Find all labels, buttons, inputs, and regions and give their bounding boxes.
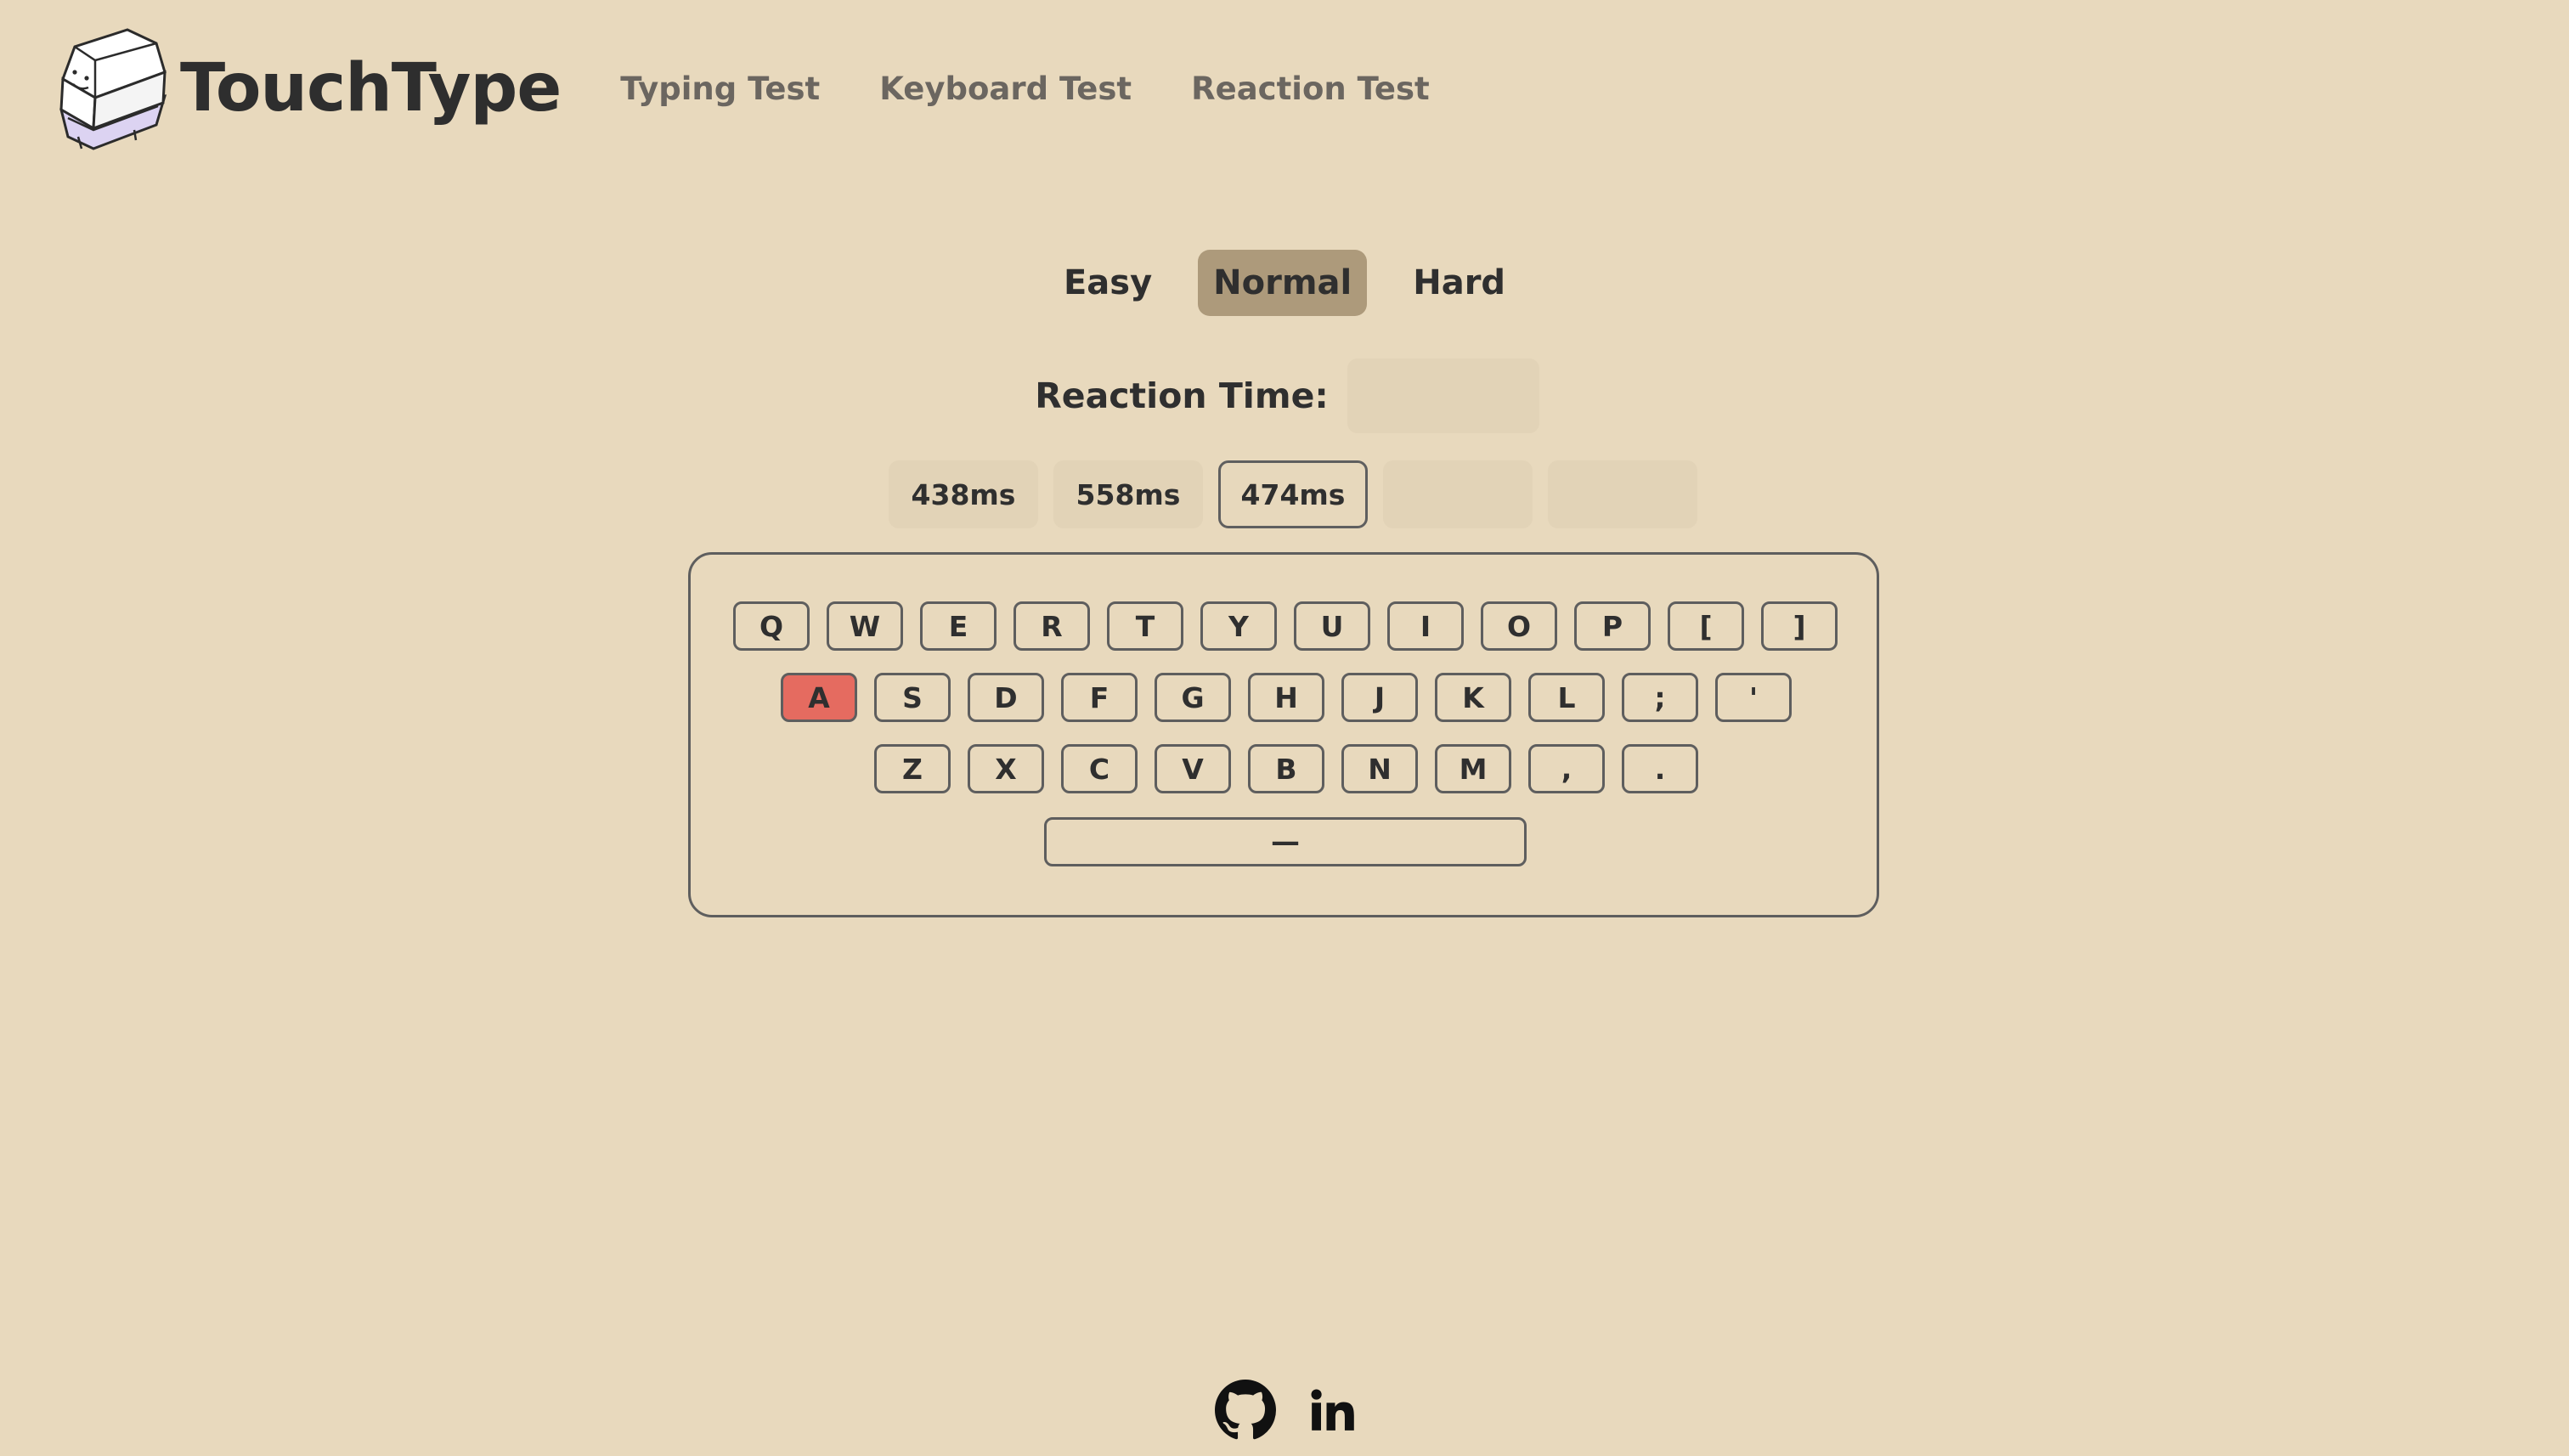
key-q[interactable]: Q bbox=[733, 601, 810, 651]
virtual-keyboard: Q W E R T Y U I O P [ ] A S D F G H J K … bbox=[688, 552, 1879, 917]
reaction-time-label: Reaction Time: bbox=[1035, 375, 1329, 416]
linkedin-icon bbox=[1311, 1389, 1354, 1431]
key-semicolon[interactable]: ; bbox=[1622, 673, 1698, 722]
nav-keyboard-test[interactable]: Keyboard Test bbox=[879, 71, 1132, 107]
reaction-history-cell-3: 474ms bbox=[1218, 460, 1368, 528]
key-p[interactable]: P bbox=[1574, 601, 1651, 651]
keyboard-row-2: A S D F G H J K L ; ' bbox=[781, 673, 1792, 722]
reaction-history-cell-4 bbox=[1383, 460, 1533, 528]
keycap-mascot-icon bbox=[59, 28, 167, 150]
key-v[interactable]: V bbox=[1155, 744, 1231, 793]
reaction-time-value bbox=[1347, 358, 1539, 433]
reaction-time-row: Reaction Time: bbox=[0, 358, 2569, 433]
reaction-history-cell-1: 438ms bbox=[889, 460, 1038, 528]
key-u[interactable]: U bbox=[1294, 601, 1370, 651]
footer bbox=[0, 1380, 2569, 1444]
key-d[interactable]: D bbox=[968, 673, 1044, 722]
key-b[interactable]: B bbox=[1248, 744, 1324, 793]
main-nav: Typing Test Keyboard Test Reaction Test bbox=[620, 71, 1429, 107]
key-c[interactable]: C bbox=[1061, 744, 1138, 793]
nav-reaction-test[interactable]: Reaction Test bbox=[1191, 71, 1430, 107]
key-comma[interactable]: , bbox=[1528, 744, 1605, 793]
keyboard-row-3: Z X C V B N M , . bbox=[874, 744, 1698, 793]
key-a[interactable]: A bbox=[781, 673, 857, 722]
reaction-history: 438ms 558ms 474ms bbox=[889, 460, 1697, 528]
key-r[interactable]: R bbox=[1013, 601, 1090, 651]
key-period[interactable]: . bbox=[1622, 744, 1698, 793]
reaction-history-cell-2: 558ms bbox=[1053, 460, 1203, 528]
key-i[interactable]: I bbox=[1387, 601, 1464, 651]
key-x[interactable]: X bbox=[968, 744, 1044, 793]
key-j[interactable]: J bbox=[1341, 673, 1418, 722]
difficulty-easy-button[interactable]: Easy bbox=[1048, 250, 1167, 316]
difficulty-selector: Easy Normal Hard bbox=[0, 250, 2569, 316]
header: TouchType Typing Test Keyboard Test Reac… bbox=[53, 20, 1430, 156]
github-icon bbox=[1215, 1380, 1276, 1440]
reaction-history-cell-5 bbox=[1548, 460, 1697, 528]
key-n[interactable]: N bbox=[1341, 744, 1418, 793]
key-left-bracket[interactable]: [ bbox=[1668, 601, 1744, 651]
github-link[interactable] bbox=[1215, 1380, 1276, 1444]
nav-typing-test[interactable]: Typing Test bbox=[620, 71, 820, 107]
key-t[interactable]: T bbox=[1107, 601, 1183, 651]
key-f[interactable]: F bbox=[1061, 673, 1138, 722]
key-o[interactable]: O bbox=[1481, 601, 1557, 651]
key-space[interactable]: — bbox=[1044, 817, 1527, 866]
key-h[interactable]: H bbox=[1248, 673, 1324, 722]
key-g[interactable]: G bbox=[1155, 673, 1231, 722]
difficulty-normal-button[interactable]: Normal bbox=[1198, 250, 1368, 316]
difficulty-hard-button[interactable]: Hard bbox=[1397, 250, 1521, 316]
key-z[interactable]: Z bbox=[874, 744, 951, 793]
keyboard-row-1: Q W E R T Y U I O P [ ] bbox=[733, 601, 1838, 651]
logo-link[interactable]: TouchType bbox=[53, 25, 562, 152]
brand-name: TouchType bbox=[180, 50, 562, 127]
key-w[interactable]: W bbox=[827, 601, 903, 651]
key-y[interactable]: Y bbox=[1200, 601, 1277, 651]
key-e[interactable]: E bbox=[920, 601, 997, 651]
key-m[interactable]: M bbox=[1435, 744, 1511, 793]
key-right-bracket[interactable]: ] bbox=[1761, 601, 1838, 651]
key-k[interactable]: K bbox=[1435, 673, 1511, 722]
key-l[interactable]: L bbox=[1528, 673, 1605, 722]
linkedin-link[interactable] bbox=[1310, 1388, 1354, 1436]
key-s[interactable]: S bbox=[874, 673, 951, 722]
key-quote[interactable]: ' bbox=[1715, 673, 1792, 722]
